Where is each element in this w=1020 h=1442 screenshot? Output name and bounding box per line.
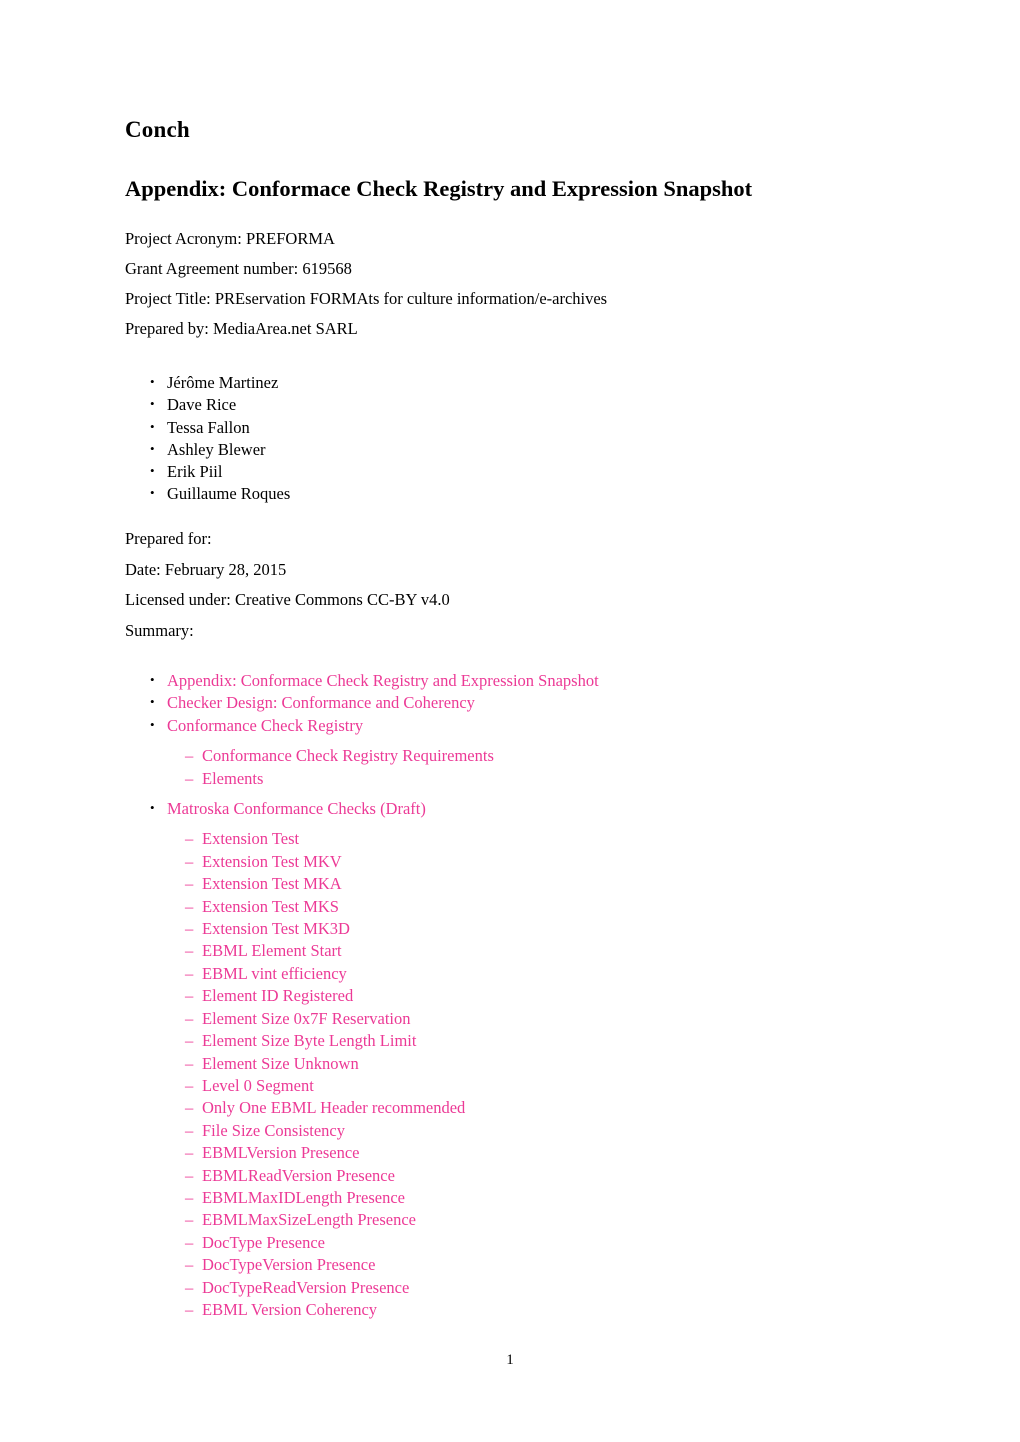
toc-link-ebmlmaxidlength-presence[interactable]: EBMLMaxIDLength Presence [125, 1187, 915, 1210]
toc-link-extension-test-mka[interactable]: Extension Test MKA [125, 873, 915, 896]
toc-sublist-registry: Conformance Check Registry Requirements … [125, 745, 915, 790]
toc-link-file-size-consistency[interactable]: File Size Consistency [125, 1120, 915, 1143]
list-item: Ashley Blewer [125, 438, 725, 461]
toc-link-ebmlversion-presence[interactable]: EBMLVersion Presence [125, 1142, 915, 1165]
list-item: Guillaume Roques [125, 482, 725, 505]
metadata-block: Project Acronym: PREFORMA Grant Agreemen… [125, 229, 915, 351]
document-license: Licensed under: Creative Commons CC-BY v… [125, 590, 450, 609]
toc-link-ebml-version-coherency[interactable]: EBML Version Coherency [125, 1299, 915, 1322]
summary-label: Summary: [125, 620, 194, 640]
toc-link-element-size-byte-length-limit[interactable]: Element Size Byte Length Limit [125, 1030, 915, 1053]
toc-link-doctypereadversion-presence[interactable]: DocTypeReadVersion Presence [125, 1277, 915, 1300]
toc-link-ebmlreadversion-presence[interactable]: EBMLReadVersion Presence [125, 1165, 915, 1188]
list-item: Jérôme Martinez [125, 371, 725, 394]
toc-link-ebmlmaxsizelength-presence[interactable]: EBMLMaxSizeLength Presence [125, 1209, 915, 1232]
toc-link-extension-test-mk3d[interactable]: Extension Test MK3D [125, 918, 915, 941]
prepared-for-label: Prepared for: [125, 529, 212, 548]
toc-link-only-one-ebml-header-recommended[interactable]: Only One EBML Header recommended [125, 1097, 915, 1120]
metadata-project-acronym: Project Acronym: PREFORMA [125, 229, 335, 248]
toc-link-element-id-registered[interactable]: Element ID Registered [125, 985, 915, 1008]
list-item: Tessa Fallon [125, 416, 725, 439]
toc-link-matroska-conformance-checks[interactable]: Matroska Conformance Checks (Draft) [125, 797, 915, 820]
author-list: Jérôme Martinez Dave Rice Tessa Fallon A… [125, 371, 725, 506]
page-number: 1 [506, 1352, 514, 1368]
toc-link-ebml-vint-efficiency[interactable]: EBML vint efficiency [125, 963, 915, 986]
toc-link-extension-test-mks[interactable]: Extension Test MKS [125, 896, 915, 919]
toc-link-extension-test[interactable]: Extension Test [125, 828, 915, 851]
prepared-for-block: Prepared for: Date: February 28, 2015 Li… [125, 529, 915, 653]
toc-link-checker-design[interactable]: Checker Design: Conformance and Coherenc… [125, 691, 915, 714]
list-item: Erik Piil [125, 460, 725, 483]
list-item: Dave Rice [125, 393, 725, 416]
metadata-prepared-by: Prepared by: MediaArea.net SARL [125, 319, 358, 338]
toc-link-doctype-presence[interactable]: DocType Presence [125, 1232, 915, 1255]
metadata-project-title: Project Title: PREservation FORMAts for … [125, 289, 608, 308]
toc-link-extension-test-mkv[interactable]: Extension Test MKV [125, 851, 915, 874]
toc-link-doctypeversion-presence[interactable]: DocTypeVersion Presence [125, 1254, 915, 1277]
metadata-grant-agreement: Grant Agreement number: 619568 [125, 259, 352, 278]
toc-link-element-size-unknown[interactable]: Element Size Unknown [125, 1053, 915, 1076]
toc-link-registry-requirements[interactable]: Conformance Check Registry Requirements [125, 745, 915, 768]
toc-link-level-0-segment[interactable]: Level 0 Segment [125, 1075, 915, 1098]
toc-link-appendix[interactable]: Appendix: Conformace Check Registry and … [125, 669, 915, 692]
page-title: Conch [125, 117, 190, 142]
document-subtitle: Appendix: Conformace Check Registry and … [125, 176, 753, 201]
table-of-contents: Appendix: Conformace Check Registry and … [125, 669, 915, 1322]
toc-link-element-size-0x7f-reservation[interactable]: Element Size 0x7F Reservation [125, 1008, 915, 1031]
toc-link-conformance-check-registry[interactable]: Conformance Check Registry [125, 714, 915, 737]
toc-link-elements[interactable]: Elements [125, 768, 915, 791]
document-page: Conch Appendix: Conformace Check Registr… [0, 0, 1020, 1442]
toc-sublist-matroska: Extension Test Extension Test MKV Extens… [125, 828, 915, 1321]
document-date: Date: February 28, 2015 [125, 559, 287, 579]
toc-link-ebml-element-start[interactable]: EBML Element Start [125, 940, 915, 963]
